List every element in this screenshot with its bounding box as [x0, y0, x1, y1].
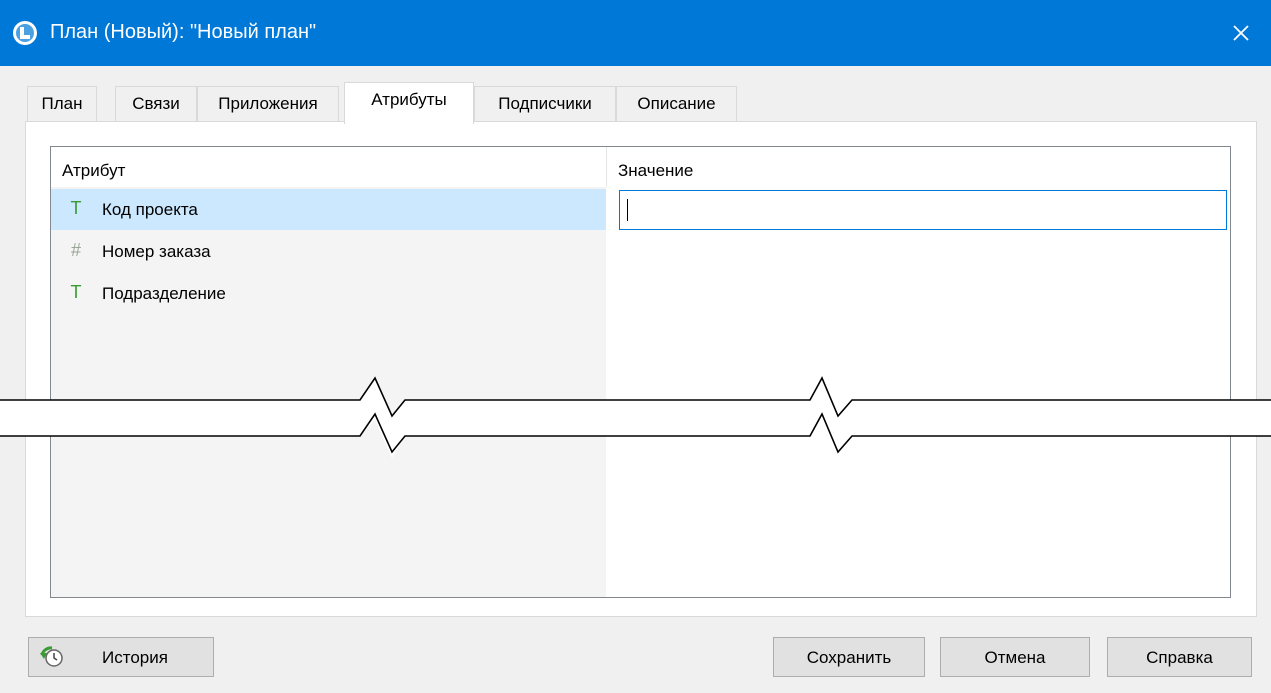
tab-plan[interactable]: План — [27, 86, 97, 122]
window-title: План (Новый): "Новый план" — [50, 21, 317, 43]
cancel-button-label: Отмена — [984, 648, 1046, 667]
help-button[interactable]: Справка — [1107, 637, 1252, 677]
save-button[interactable]: Сохранить — [773, 637, 925, 677]
tab-links[interactable]: Связи — [115, 86, 197, 122]
history-button[interactable]: История — [28, 637, 214, 677]
attribute-name: Код проекта — [102, 200, 198, 219]
tab-attributes[interactable]: Атрибуты — [344, 82, 474, 124]
title-bar: План (Новый): "Новый план" — [0, 0, 1271, 66]
help-button-label: Справка — [1146, 648, 1213, 667]
close-button[interactable] — [1211, 0, 1271, 66]
cancel-button[interactable]: Отмена — [940, 637, 1090, 677]
attribute-value-input[interactable] — [619, 190, 1227, 230]
save-button-label: Сохранить — [806, 648, 892, 667]
attribute-row[interactable]: T Код проекта — [51, 189, 606, 230]
column-divider[interactable] — [606, 147, 607, 187]
number-type-icon: # — [70, 240, 81, 260]
history-button-label: История — [102, 648, 168, 667]
attribute-name: Подразделение — [102, 284, 226, 303]
app-logo-icon — [13, 21, 37, 45]
close-icon — [1233, 25, 1249, 41]
tab-subscribers[interactable]: Подписчики — [474, 86, 616, 122]
column-header-value[interactable]: Значение — [618, 161, 693, 181]
screenshot-break-marker — [0, 376, 1271, 458]
tab-description[interactable]: Описание — [616, 86, 737, 122]
tab-strip: План Связи Приложения Атрибуты Подписчик… — [27, 82, 1257, 124]
text-type-icon: T — [70, 198, 82, 218]
column-header-attribute[interactable]: Атрибут — [62, 161, 125, 181]
attribute-row[interactable]: # Номер заказа — [51, 231, 606, 272]
text-caret — [627, 199, 628, 221]
attribute-name: Номер заказа — [102, 242, 211, 261]
attribute-row[interactable]: T Подразделение — [51, 273, 606, 314]
text-type-icon: T — [70, 282, 82, 302]
tab-attachments[interactable]: Приложения — [197, 86, 339, 122]
